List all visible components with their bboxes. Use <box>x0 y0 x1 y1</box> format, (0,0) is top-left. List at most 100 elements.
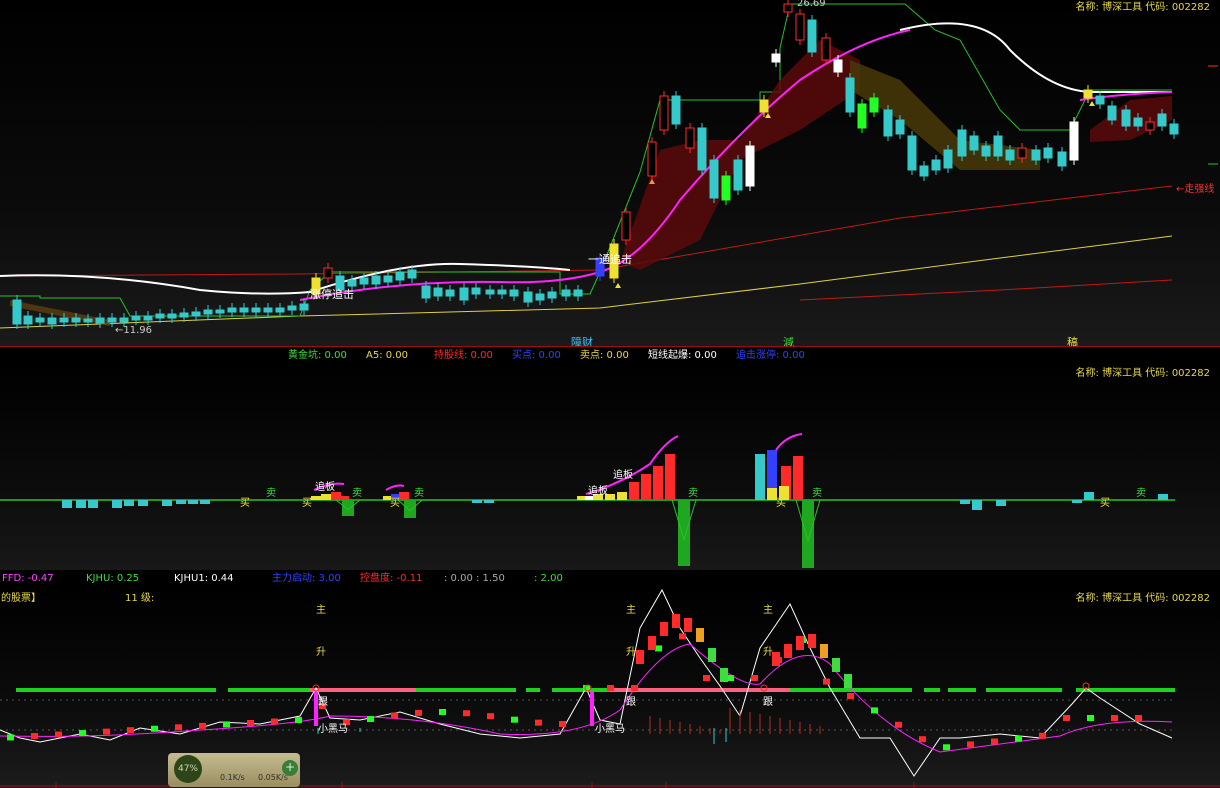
price-high-label: 26.69 <box>797 0 826 9</box>
chart-label-tuo: 一通追击 <box>588 253 632 266</box>
histogram-bar <box>629 482 639 500</box>
osc-block <box>684 618 692 632</box>
candle <box>561 289 571 297</box>
osc-block <box>660 622 668 636</box>
candle <box>83 318 93 323</box>
candle <box>359 277 369 285</box>
osc-block <box>832 658 840 672</box>
stock-title-3: 名称: 博深工具 代码: 002282 <box>1075 593 1210 604</box>
histogram-bar <box>484 500 494 503</box>
candle <box>509 289 519 297</box>
histogram-bar <box>641 474 651 500</box>
candle <box>1145 121 1155 131</box>
osc-marker <box>655 645 662 652</box>
osc-marker <box>55 731 62 738</box>
osc-marker <box>415 709 422 716</box>
histogram-bar <box>88 500 98 508</box>
histogram-spike <box>342 500 354 516</box>
candle <box>203 309 213 315</box>
candle <box>155 313 165 319</box>
label-xiaoheima: 小黑马 <box>318 724 348 735</box>
histogram-bar <box>200 500 210 504</box>
candle <box>647 141 657 177</box>
osc-marker <box>871 707 878 714</box>
expand-plus-icon[interactable]: + <box>282 760 298 776</box>
osc-block <box>696 628 704 642</box>
candle <box>795 13 805 41</box>
histogram-bar <box>62 500 72 508</box>
label-sheng: 升 <box>316 647 326 658</box>
indicator-i6: 短线起爆: 0.00 <box>648 350 717 361</box>
indicator-j5: 控盘度: -0.11 <box>360 573 423 584</box>
candle <box>1031 149 1041 161</box>
label-zhuiban: 追板 <box>315 482 335 493</box>
network-speed-widget[interactable]: 47% 0.1K/s 0.05K/s + <box>168 753 300 787</box>
osc-marker <box>631 685 638 691</box>
candle <box>383 275 393 283</box>
histogram-bar <box>321 494 331 500</box>
candle <box>485 289 495 295</box>
indicator-i2: A5: 0.00 <box>366 350 409 361</box>
osc-marker <box>943 744 950 751</box>
candle <box>323 267 333 279</box>
candle <box>407 269 417 279</box>
candle <box>993 135 1003 157</box>
label-sell: 卖 <box>352 487 362 499</box>
osc-magenta-line <box>0 643 1173 753</box>
histogram-bar <box>617 492 627 500</box>
main-price-chart[interactable]: 名称: 博深工具 代码: 002282 26.69 ←11.96 ←走强线 涨停… <box>0 0 1220 346</box>
upload-speed: 0.1K/s <box>220 773 245 782</box>
candle <box>943 149 953 169</box>
candle <box>981 145 991 157</box>
histogram-svg[interactable]: 买 卖买 卖买 卖 卖买 卖买 卖 <box>0 364 1220 571</box>
candle <box>957 129 967 157</box>
cpu-percent: 47% <box>174 755 202 783</box>
osc-marker <box>1087 715 1094 721</box>
marker-label: 減 <box>783 336 794 346</box>
label-buy: 买 <box>240 497 250 509</box>
osc-block <box>648 636 656 650</box>
marker-label: 稿 <box>1067 336 1078 346</box>
candle <box>1157 113 1167 127</box>
candle <box>35 317 45 323</box>
candle <box>783 3 793 13</box>
candlestick-svg[interactable] <box>0 0 1220 346</box>
candle <box>1017 147 1027 159</box>
candle <box>47 317 57 325</box>
candle <box>895 119 905 135</box>
candle <box>299 303 309 311</box>
chart-label-zhangting: 涨停追击 <box>310 288 354 301</box>
candle <box>59 317 69 323</box>
candle <box>807 19 817 53</box>
osc-marker <box>991 738 998 745</box>
candle <box>659 95 669 131</box>
osc-marker <box>703 675 710 681</box>
candle <box>23 315 33 325</box>
osc-marker <box>439 709 446 716</box>
stock-title-2: 名称: 博深工具 代码: 002282 <box>1075 368 1210 379</box>
candle <box>459 287 469 301</box>
histogram-spike <box>404 500 416 518</box>
magenta-curve <box>775 433 803 451</box>
osc-marker <box>1063 715 1070 721</box>
signal-triangle <box>615 283 621 288</box>
histogram-bar <box>665 454 675 500</box>
candle <box>371 275 381 285</box>
candle <box>821 37 831 61</box>
label-sell: 卖 <box>1136 487 1146 499</box>
download-speed: 0.05K/s <box>258 773 288 782</box>
label-gen: 跟 <box>626 697 636 708</box>
indicator-j3: KJHU1: 0.44 <box>174 573 234 584</box>
ma-red-line-2 <box>799 279 1173 301</box>
candle <box>535 293 545 301</box>
candle <box>395 271 405 281</box>
indicator-j2: KJHU: 0.25 <box>86 573 140 584</box>
indicator-histogram-chart[interactable]: 买 卖买 卖买 卖 卖买 卖买 卖 名称: 博深工具 代码: 002282 追板 追板 追板 <box>0 364 1220 571</box>
osc-block <box>720 668 728 682</box>
histogram-spike <box>802 500 814 568</box>
candle <box>471 287 481 295</box>
osc-block <box>820 644 828 658</box>
candle <box>547 291 557 299</box>
candle <box>919 165 929 177</box>
osc-block <box>844 674 852 688</box>
